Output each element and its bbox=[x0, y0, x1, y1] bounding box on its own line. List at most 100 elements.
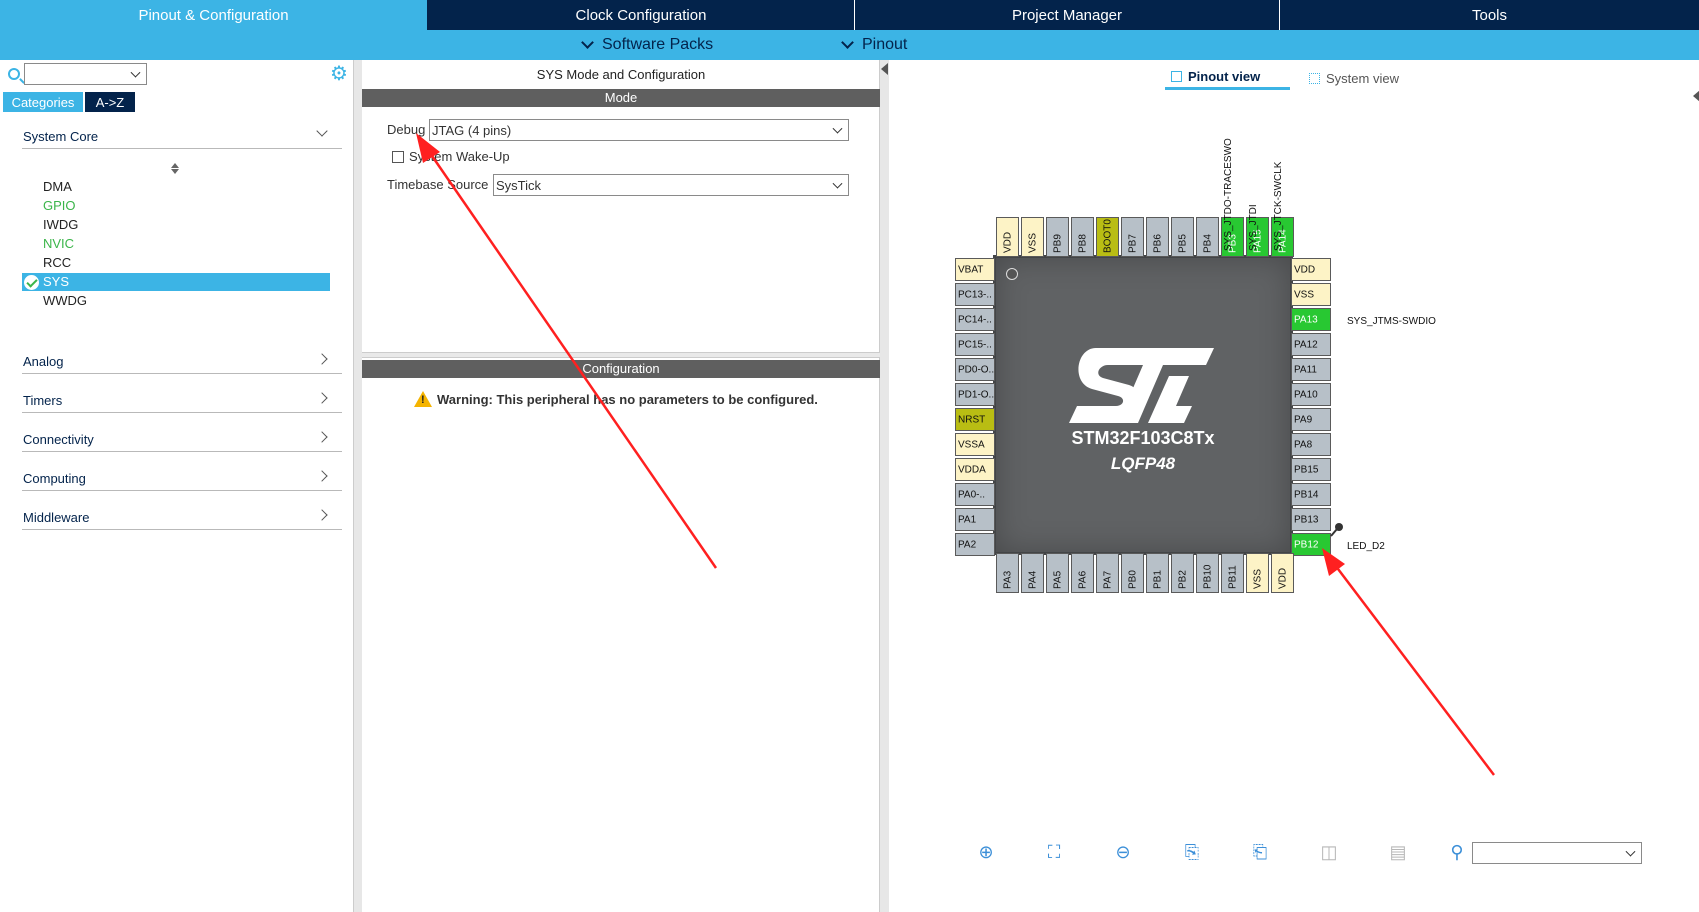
pin-left-vdda[interactable]: VDDA bbox=[955, 458, 995, 481]
collapse-left-icon[interactable] bbox=[881, 63, 888, 75]
pin-right-pb13[interactable]: PB13 bbox=[1291, 508, 1331, 531]
tab-a-to-z[interactable]: A->Z bbox=[85, 92, 135, 112]
pin-label: PC15-.. bbox=[958, 339, 992, 350]
tab-clock-configuration[interactable]: Clock Configuration bbox=[428, 0, 854, 30]
wakeup-checkbox[interactable] bbox=[392, 151, 404, 163]
tab-tools[interactable]: Tools bbox=[1279, 0, 1699, 30]
section-connectivity[interactable]: Connectivity bbox=[22, 430, 342, 452]
pin-left-pd0-o[interactable]: PD0-O.. bbox=[955, 358, 995, 381]
panel-splitter[interactable] bbox=[354, 60, 362, 912]
section-timers[interactable]: Timers bbox=[22, 391, 342, 413]
panel-splitter[interactable] bbox=[880, 60, 889, 912]
pin-left-pa0[interactable]: PA0-.. bbox=[955, 483, 995, 506]
st-logo bbox=[1069, 348, 1214, 423]
pin-bottom-pb11[interactable]: PB11 bbox=[1221, 553, 1244, 593]
tab-system-view[interactable]: System view bbox=[1309, 66, 1399, 90]
pin-bottom-pb0[interactable]: PB0 bbox=[1121, 553, 1144, 593]
search-icon[interactable] bbox=[8, 68, 20, 80]
layout-icon[interactable]: ▤ bbox=[1387, 841, 1409, 863]
list-item-iwdg[interactable]: IWDG bbox=[43, 216, 78, 234]
pin-left-pa2[interactable]: PA2 bbox=[955, 533, 995, 556]
pin-label: PB9 bbox=[1052, 234, 1063, 253]
pin-right-pa12[interactable]: PA12 bbox=[1291, 333, 1331, 356]
pin-left-nrst[interactable]: NRST bbox=[955, 408, 995, 431]
list-item-gpio[interactable]: GPIO bbox=[43, 197, 76, 215]
section-system-core[interactable]: System Core bbox=[22, 125, 342, 149]
pin-bottom-vdd[interactable]: VDD bbox=[1271, 553, 1294, 593]
pin-bottom-pa4[interactable]: PA4 bbox=[1021, 553, 1044, 593]
debug-select[interactable]: JTAG (4 pins) bbox=[429, 119, 849, 141]
pin-bottom-pb1[interactable]: PB1 bbox=[1146, 553, 1169, 593]
pin-bottom-pa5[interactable]: PA5 bbox=[1046, 553, 1069, 593]
pin-top-pb8[interactable]: PB8 bbox=[1071, 217, 1094, 257]
pin-label: VBAT bbox=[958, 264, 984, 275]
tab-pinout-configuration[interactable]: Pinout & Configuration bbox=[0, 0, 427, 30]
list-item-wwdg[interactable]: WWDG bbox=[43, 292, 87, 310]
pin-label: PC14-.. bbox=[958, 314, 992, 325]
section-label: Computing bbox=[23, 471, 86, 486]
pin-top-boot0[interactable]: BOOT0 bbox=[1096, 217, 1119, 257]
list-item-dma[interactable]: DMA bbox=[43, 178, 72, 196]
pin-label: PD0-O.. bbox=[958, 364, 995, 375]
pin-lock-icon bbox=[1330, 523, 1343, 537]
pin-left-pc13[interactable]: PC13-.. bbox=[955, 283, 995, 306]
pin-label: PB7 bbox=[1127, 234, 1138, 253]
search-icon[interactable]: ⚲ bbox=[1446, 841, 1468, 863]
pin-right-pb14[interactable]: PB14 bbox=[1291, 483, 1331, 506]
pin-left-pc14[interactable]: PC14-.. bbox=[955, 308, 995, 331]
pin-left-pa1[interactable]: PA1 bbox=[955, 508, 995, 531]
pin-left-vssa[interactable]: VSSA bbox=[955, 433, 995, 456]
tab-project-manager[interactable]: Project Manager bbox=[854, 0, 1279, 30]
timebase-select[interactable]: SysTick bbox=[493, 174, 849, 196]
pin-right-pa11[interactable]: PA11 bbox=[1291, 358, 1331, 381]
section-analog[interactable]: Analog bbox=[22, 352, 342, 374]
pin-top-vss[interactable]: VSS bbox=[1021, 217, 1044, 257]
panel-divider[interactable] bbox=[362, 352, 880, 358]
gear-icon[interactable]: ⚙ bbox=[330, 64, 348, 84]
pin-bottom-pb10[interactable]: PB10 bbox=[1196, 553, 1219, 593]
pin-right-pa9[interactable]: PA9 bbox=[1291, 408, 1331, 431]
pin-bottom-pa7[interactable]: PA7 bbox=[1096, 553, 1119, 593]
pin-bottom-pa6[interactable]: PA6 bbox=[1071, 553, 1094, 593]
mcu-chip[interactable]: STM32F103C8Tx LQFP48 bbox=[993, 255, 1293, 555]
fit-icon[interactable]: ⛶ bbox=[1043, 841, 1065, 863]
tab-categories[interactable]: Categories bbox=[3, 92, 83, 112]
collapse-left-icon[interactable] bbox=[1693, 90, 1699, 102]
pin-right-vdd[interactable]: VDD bbox=[1291, 258, 1331, 281]
pin-left-pd1-o[interactable]: PD1-O.. bbox=[955, 383, 995, 406]
pinout-menu[interactable]: Pinout bbox=[841, 30, 907, 60]
pin-right-pb15[interactable]: PB15 bbox=[1291, 458, 1331, 481]
pin-top-pb4[interactable]: PB4 bbox=[1196, 217, 1219, 257]
zoom-in-icon[interactable]: ⊕ bbox=[975, 841, 997, 863]
list-item-sys[interactable]: SYS bbox=[22, 273, 330, 291]
pin-search-combo[interactable] bbox=[1472, 842, 1642, 864]
pin-top-pb7[interactable]: PB7 bbox=[1121, 217, 1144, 257]
split-icon[interactable]: ◫ bbox=[1318, 841, 1340, 863]
pin-top-pb6[interactable]: PB6 bbox=[1146, 217, 1169, 257]
tab-pinout-view[interactable]: Pinout view bbox=[1165, 66, 1290, 90]
sort-icon[interactable] bbox=[171, 163, 179, 174]
pin-right-pa8[interactable]: PA8 bbox=[1291, 433, 1331, 456]
import-icon[interactable]: ⎗ bbox=[1249, 841, 1271, 863]
pin-bottom-vss[interactable]: VSS bbox=[1246, 553, 1269, 593]
section-label: System Core bbox=[23, 129, 99, 144]
pin-left-pc15[interactable]: PC15-.. bbox=[955, 333, 995, 356]
pin-right-pb12[interactable]: PB12 bbox=[1291, 533, 1331, 556]
pin-bottom-pa3[interactable]: PA3 bbox=[996, 553, 1019, 593]
pin-left-vbat[interactable]: VBAT bbox=[955, 258, 995, 281]
pin-right-vss[interactable]: VSS bbox=[1291, 283, 1331, 306]
pin-top-pb5[interactable]: PB5 bbox=[1171, 217, 1194, 257]
section-computing[interactable]: Computing bbox=[22, 469, 342, 491]
pin-bottom-pb2[interactable]: PB2 bbox=[1171, 553, 1194, 593]
zoom-out-icon[interactable]: ⊖ bbox=[1112, 841, 1134, 863]
search-combo[interactable] bbox=[24, 63, 147, 85]
pin-top-vdd[interactable]: VDD bbox=[996, 217, 1019, 257]
pin-top-pb9[interactable]: PB9 bbox=[1046, 217, 1069, 257]
software-packs-menu[interactable]: Software Packs bbox=[581, 30, 713, 60]
list-item-nvic[interactable]: NVIC bbox=[43, 235, 74, 253]
export-icon[interactable]: ⎘ bbox=[1181, 841, 1203, 863]
pin-right-pa13[interactable]: PA13 bbox=[1291, 308, 1331, 331]
list-item-rcc[interactable]: RCC bbox=[43, 254, 71, 272]
section-middleware[interactable]: Middleware bbox=[22, 508, 342, 530]
pin-right-pa10[interactable]: PA10 bbox=[1291, 383, 1331, 406]
